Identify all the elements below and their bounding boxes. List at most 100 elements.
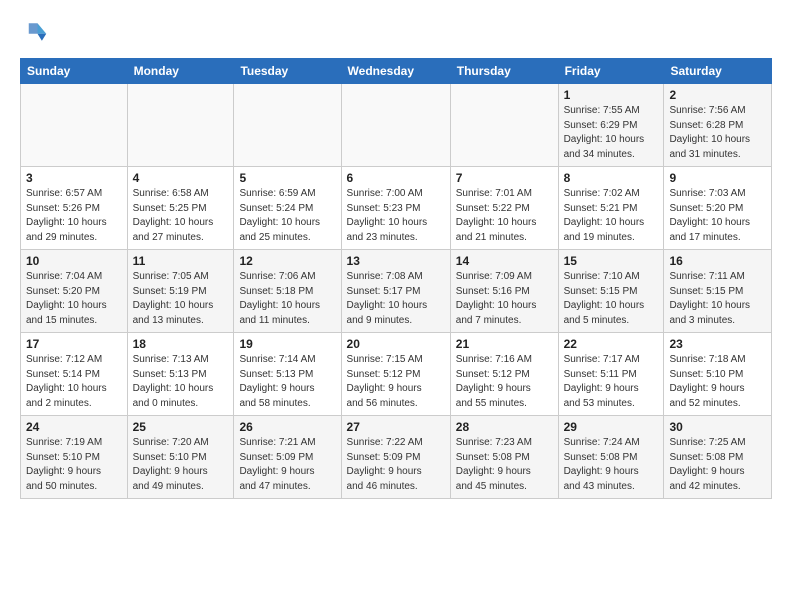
day-number: 21 [456,337,553,351]
calendar-cell [450,84,558,167]
calendar-cell: 12 Sunrise: 7:06 AM Sunset: 5:18 PM Dayli… [234,250,341,333]
day-info: Sunrise: 7:14 AM Sunset: 5:13 PM Dayligh… [239,353,335,411]
calendar-cell: 3 Sunrise: 6:57 AM Sunset: 5:26 PM Daylig… [21,167,128,250]
day-info: Sunrise: 7:00 AM Sunset: 5:23 PM Dayligh… [347,187,445,245]
day-info: Sunrise: 7:18 AM Sunset: 5:10 PM Dayligh… [669,353,766,411]
day-info: Sunrise: 7:17 AM Sunset: 5:11 PM Dayligh… [564,353,659,411]
day-number: 4 [133,171,229,185]
day-number: 7 [456,171,553,185]
day-info: Sunrise: 7:15 AM Sunset: 5:12 PM Dayligh… [347,353,445,411]
day-number: 19 [239,337,335,351]
day-number: 1 [564,88,659,102]
day-number: 12 [239,254,335,268]
calendar-cell: 11 Sunrise: 7:05 AM Sunset: 5:19 PM Dayli… [127,250,234,333]
day-info: Sunrise: 7:11 AM Sunset: 5:15 PM Dayligh… [669,270,766,328]
day-number: 2 [669,88,766,102]
calendar-cell: 26 Sunrise: 7:21 AM Sunset: 5:09 PM Dayli… [234,416,341,499]
day-number: 9 [669,171,766,185]
day-info: Sunrise: 7:25 AM Sunset: 5:08 PM Dayligh… [669,436,766,494]
calendar-cell: 25Sunrise: 7:20 AM Sunset: 5:10 PM Dayli… [127,416,234,499]
calendar-cell: 22 Sunrise: 7:17 AM Sunset: 5:11 PM Dayli… [558,333,664,416]
day-number: 28 [456,420,553,434]
calendar-cell: 23Sunrise: 7:18 AM Sunset: 5:10 PM Dayli… [664,333,772,416]
day-number: 14 [456,254,553,268]
column-header-thursday: Thursday [450,59,558,84]
day-info: Sunrise: 7:23 AM Sunset: 5:08 PM Dayligh… [456,436,553,494]
calendar-cell [127,84,234,167]
calendar-header-row: SundayMondayTuesdayWednesdayThursdayFrid… [21,59,772,84]
week-row-4: 17 Sunrise: 7:12 AM Sunset: 5:14 PM Dayli… [21,333,772,416]
calendar-cell: 21 Sunrise: 7:16 AM Sunset: 5:12 PM Dayli… [450,333,558,416]
column-header-sunday: Sunday [21,59,128,84]
day-number: 8 [564,171,659,185]
logo [20,18,52,46]
day-info: Sunrise: 7:08 AM Sunset: 5:17 PM Dayligh… [347,270,445,328]
header-area [20,18,772,46]
day-number: 18 [133,337,229,351]
day-info: Sunrise: 7:22 AM Sunset: 5:09 PM Dayligh… [347,436,445,494]
calendar-cell: 27 Sunrise: 7:22 AM Sunset: 5:09 PM Dayli… [341,416,450,499]
day-number: 15 [564,254,659,268]
calendar-cell: 2 Sunrise: 7:56 AM Sunset: 6:28 PM Daylig… [664,84,772,167]
column-header-tuesday: Tuesday [234,59,341,84]
day-number: 11 [133,254,229,268]
day-number: 10 [26,254,122,268]
calendar: SundayMondayTuesdayWednesdayThursdayFrid… [20,58,772,499]
week-row-2: 3 Sunrise: 6:57 AM Sunset: 5:26 PM Daylig… [21,167,772,250]
day-info: Sunrise: 7:19 AM Sunset: 5:10 PM Dayligh… [26,436,122,494]
calendar-cell: 15 Sunrise: 7:10 AM Sunset: 5:15 PM Dayli… [558,250,664,333]
calendar-cell: 7Sunrise: 7:01 AM Sunset: 5:22 PM Daylig… [450,167,558,250]
day-number: 27 [347,420,445,434]
day-info: Sunrise: 7:05 AM Sunset: 5:19 PM Dayligh… [133,270,229,328]
day-info: Sunrise: 7:10 AM Sunset: 5:15 PM Dayligh… [564,270,659,328]
day-info: Sunrise: 7:06 AM Sunset: 5:18 PM Dayligh… [239,270,335,328]
day-info: Sunrise: 7:55 AM Sunset: 6:29 PM Dayligh… [564,104,659,162]
page: SundayMondayTuesdayWednesdayThursdayFrid… [0,0,792,509]
calendar-cell: 28 Sunrise: 7:23 AM Sunset: 5:08 PM Dayli… [450,416,558,499]
calendar-cell: 10 Sunrise: 7:04 AM Sunset: 5:20 PM Dayli… [21,250,128,333]
calendar-cell: 9Sunrise: 7:03 AM Sunset: 5:20 PM Daylig… [664,167,772,250]
logo-icon [20,18,48,46]
day-info: Sunrise: 7:12 AM Sunset: 5:14 PM Dayligh… [26,353,122,411]
calendar-cell: 16 Sunrise: 7:11 AM Sunset: 5:15 PM Dayli… [664,250,772,333]
day-number: 5 [239,171,335,185]
calendar-cell: 18 Sunrise: 7:13 AM Sunset: 5:13 PM Dayli… [127,333,234,416]
day-number: 25 [133,420,229,434]
calendar-cell: 5Sunrise: 6:59 AM Sunset: 5:24 PM Daylig… [234,167,341,250]
day-info: Sunrise: 7:56 AM Sunset: 6:28 PM Dayligh… [669,104,766,162]
day-info: Sunrise: 7:21 AM Sunset: 5:09 PM Dayligh… [239,436,335,494]
day-info: Sunrise: 7:16 AM Sunset: 5:12 PM Dayligh… [456,353,553,411]
calendar-cell: 19 Sunrise: 7:14 AM Sunset: 5:13 PM Dayli… [234,333,341,416]
column-header-friday: Friday [558,59,664,84]
calendar-cell: 13 Sunrise: 7:08 AM Sunset: 5:17 PM Dayli… [341,250,450,333]
day-number: 16 [669,254,766,268]
day-number: 13 [347,254,445,268]
calendar-cell: 4Sunrise: 6:58 AM Sunset: 5:25 PM Daylig… [127,167,234,250]
calendar-cell: 30Sunrise: 7:25 AM Sunset: 5:08 PM Dayli… [664,416,772,499]
day-info: Sunrise: 7:02 AM Sunset: 5:21 PM Dayligh… [564,187,659,245]
day-info: Sunrise: 6:57 AM Sunset: 5:26 PM Dayligh… [26,187,122,245]
day-number: 22 [564,337,659,351]
day-number: 20 [347,337,445,351]
calendar-cell: 1 Sunrise: 7:55 AM Sunset: 6:29 PM Daylig… [558,84,664,167]
calendar-cell [341,84,450,167]
day-number: 6 [347,171,445,185]
calendar-cell: 29Sunrise: 7:24 AM Sunset: 5:08 PM Dayli… [558,416,664,499]
calendar-cell [21,84,128,167]
day-number: 17 [26,337,122,351]
day-info: Sunrise: 7:13 AM Sunset: 5:13 PM Dayligh… [133,353,229,411]
day-info: Sunrise: 7:09 AM Sunset: 5:16 PM Dayligh… [456,270,553,328]
calendar-cell: 17 Sunrise: 7:12 AM Sunset: 5:14 PM Dayli… [21,333,128,416]
day-info: Sunrise: 7:24 AM Sunset: 5:08 PM Dayligh… [564,436,659,494]
day-number: 24 [26,420,122,434]
day-number: 3 [26,171,122,185]
calendar-cell [234,84,341,167]
calendar-cell: 6 Sunrise: 7:00 AM Sunset: 5:23 PM Daylig… [341,167,450,250]
week-row-3: 10 Sunrise: 7:04 AM Sunset: 5:20 PM Dayli… [21,250,772,333]
day-info: Sunrise: 7:04 AM Sunset: 5:20 PM Dayligh… [26,270,122,328]
column-header-monday: Monday [127,59,234,84]
calendar-cell: 24 Sunrise: 7:19 AM Sunset: 5:10 PM Dayli… [21,416,128,499]
week-row-1: 1 Sunrise: 7:55 AM Sunset: 6:29 PM Daylig… [21,84,772,167]
day-number: 26 [239,420,335,434]
calendar-cell: 20 Sunrise: 7:15 AM Sunset: 5:12 PM Dayli… [341,333,450,416]
